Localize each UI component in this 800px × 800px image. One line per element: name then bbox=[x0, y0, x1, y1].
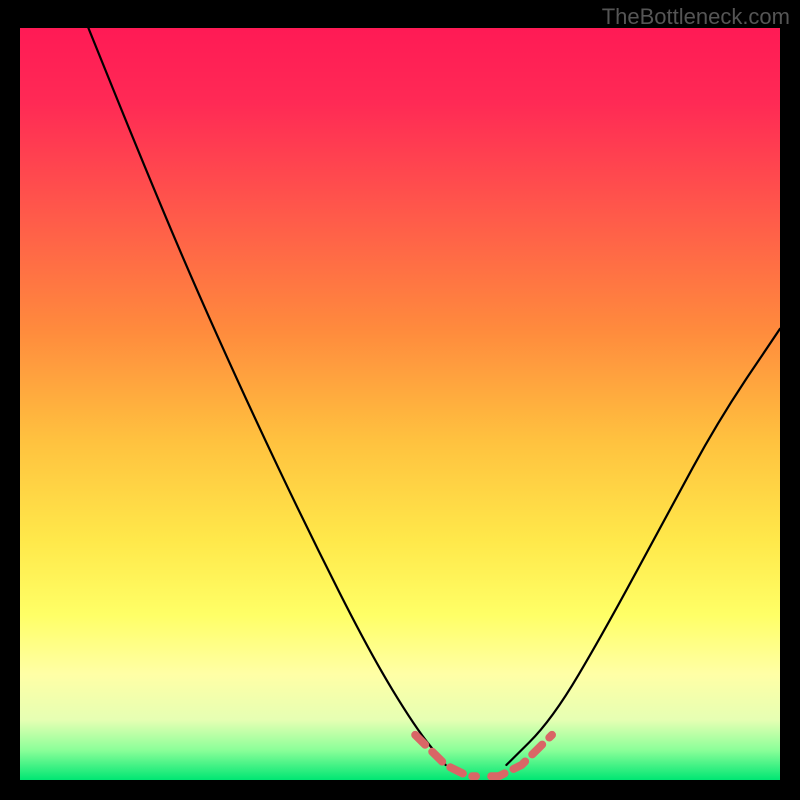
watermark-text: TheBottleneck.com bbox=[602, 4, 790, 30]
chart-svg bbox=[20, 28, 780, 780]
chart-container bbox=[20, 28, 780, 780]
